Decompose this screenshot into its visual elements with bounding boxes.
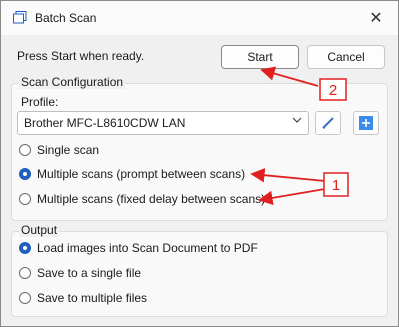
radio-selected-icon (19, 168, 31, 180)
save-multiple-files-radio[interactable]: Save to multiple files (19, 291, 147, 305)
add-plus-icon (359, 116, 373, 130)
title-bar: Batch Scan ✕ (1, 1, 398, 35)
start-button[interactable]: Start (221, 45, 299, 69)
pencil-edit-icon (322, 117, 334, 129)
scan-configuration-label: Scan Configuration (19, 75, 126, 89)
ready-text: Press Start when ready. (17, 49, 145, 63)
chevron-down-icon (292, 117, 302, 123)
radio-label: Multiple scans (fixed delay between scan… (37, 192, 266, 206)
radio-label: Multiple scans (prompt between scans) (37, 167, 246, 181)
output-label: Output (19, 223, 60, 237)
radio-unselected-icon (19, 292, 31, 304)
profile-value: Brother MFC-L8610CDW LAN (24, 116, 186, 130)
radio-label: Single scan (37, 143, 100, 157)
radio-label: Load images into Scan Document to PDF (37, 241, 258, 255)
radio-unselected-icon (19, 144, 31, 156)
batch-scan-dialog: Batch Scan ✕ Press Start when ready. Sta… (0, 0, 399, 327)
single-scan-radio[interactable]: Single scan (19, 143, 99, 157)
radio-unselected-icon (19, 267, 31, 279)
radio-label: Save to multiple files (37, 291, 148, 305)
add-profile-button[interactable] (353, 111, 379, 135)
profile-label: Profile: (21, 95, 59, 109)
cancel-button[interactable]: Cancel (307, 45, 385, 69)
radio-selected-icon (19, 242, 31, 254)
radio-unselected-icon (19, 193, 31, 205)
batch-scan-app-icon (13, 11, 27, 24)
radio-label: Save to a single file (37, 266, 142, 280)
profile-select[interactable]: Brother MFC-L8610CDW LAN (17, 111, 309, 135)
multiple-scans-prompt-radio[interactable]: Multiple scans (prompt between scans) (19, 167, 245, 181)
load-images-radio[interactable]: Load images into Scan Document to PDF (19, 241, 258, 255)
close-icon[interactable]: ✕ (364, 7, 388, 29)
edit-profile-button[interactable] (315, 111, 341, 135)
save-single-file-radio[interactable]: Save to a single file (19, 266, 141, 280)
multiple-scans-delay-radio[interactable]: Multiple scans (fixed delay between scan… (19, 192, 265, 206)
window-title: Batch Scan (35, 11, 97, 25)
